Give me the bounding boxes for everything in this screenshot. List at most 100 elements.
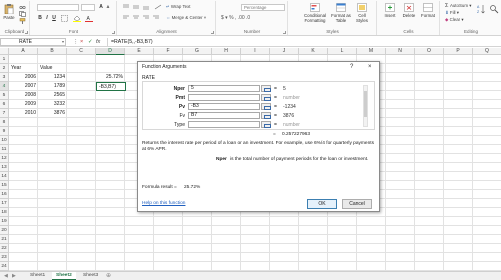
column-header-c[interactable]: C xyxy=(67,48,96,55)
cell-d4-editing[interactable]: -B3,B7) xyxy=(96,82,126,91)
alignment-launcher[interactable] xyxy=(211,31,214,34)
cell-year[interactable]: 2006 xyxy=(9,73,38,82)
arg-input-pmt[interactable] xyxy=(188,94,260,101)
font-name-select[interactable] xyxy=(37,4,79,11)
add-sheet-icon[interactable]: ⊕ xyxy=(106,272,111,280)
dialog-close-icon[interactable]: × xyxy=(368,62,372,73)
column-header-j[interactable]: J xyxy=(270,48,299,55)
row-header-24[interactable]: 24 xyxy=(0,262,9,271)
column-header-e[interactable]: E xyxy=(125,48,154,55)
row-header-10[interactable]: 10 xyxy=(0,136,9,145)
row-header-12[interactable]: 12 xyxy=(0,154,9,163)
column-header-f[interactable]: F xyxy=(154,48,183,55)
collapse-dialog-icon[interactable] xyxy=(261,112,271,119)
borders-icon[interactable] xyxy=(61,15,69,22)
row-header-11[interactable]: 11 xyxy=(0,145,9,154)
row-header-9[interactable]: 9 xyxy=(0,127,9,136)
collapse-dialog-icon[interactable] xyxy=(261,121,271,128)
sheet-tab-2[interactable]: Sheet2 xyxy=(52,272,76,280)
column-header-q[interactable]: Q xyxy=(473,48,501,55)
paste-button[interactable]: Paste xyxy=(2,3,16,20)
shrink-font-button[interactable]: A xyxy=(105,4,111,10)
column-header-l[interactable]: L xyxy=(328,48,357,55)
cell-value[interactable]: 3232 xyxy=(38,100,67,109)
row-header-1[interactable]: 1 xyxy=(0,55,9,64)
column-header-i[interactable]: I xyxy=(241,48,270,55)
row-header-5[interactable]: 5 xyxy=(0,91,9,100)
format-cells-button[interactable]: Format xyxy=(419,3,437,18)
name-box[interactable]: RATE ▾ xyxy=(0,38,66,46)
cell-value[interactable]: 3876 xyxy=(38,109,67,118)
scrollbar-thumb[interactable] xyxy=(364,91,367,117)
vertical-align-icons[interactable] xyxy=(122,4,164,10)
row-header-15[interactable]: 15 xyxy=(0,181,9,190)
conditional-formatting-button[interactable]: Conditional Formatting xyxy=(301,3,329,23)
row-header-8[interactable]: 8 xyxy=(0,118,9,127)
row-header-18[interactable]: 18 xyxy=(0,208,9,217)
cell-year[interactable]: 2008 xyxy=(9,91,38,100)
row-header-20[interactable]: 20 xyxy=(0,226,9,235)
cancel-button[interactable]: Cancel xyxy=(342,199,372,209)
grow-font-button[interactable]: A xyxy=(98,4,104,10)
select-all-corner[interactable] xyxy=(0,48,9,55)
font-launcher[interactable] xyxy=(112,31,115,34)
clipboard-launcher[interactable] xyxy=(25,31,28,34)
sheet-tab-3[interactable]: Sheet3 xyxy=(79,272,102,280)
sort-filter-icon[interactable]: AZ xyxy=(477,4,487,14)
row-header-17[interactable]: 17 xyxy=(0,199,9,208)
formula-input[interactable]: =RATE(5,,-B3,B7) xyxy=(107,38,499,46)
arg-input-fv[interactable]: B7 xyxy=(188,112,260,119)
font-size-select[interactable] xyxy=(81,4,95,11)
column-header-b[interactable]: B xyxy=(38,48,67,55)
name-box-dropdown-icon[interactable]: ▾ xyxy=(62,39,64,45)
row-header-6[interactable]: 6 xyxy=(0,100,9,109)
cell-value[interactable]: 1789 xyxy=(38,82,67,91)
merge-center-button[interactable]: ⇔ Merge & Center ▾ xyxy=(166,15,206,21)
row-header-14[interactable]: 14 xyxy=(0,172,9,181)
format-painter-icon[interactable] xyxy=(19,18,26,24)
cell-value[interactable]: 2565 xyxy=(38,91,67,100)
row-header-16[interactable]: 16 xyxy=(0,190,9,199)
bold-button[interactable]: B xyxy=(37,15,43,21)
underline-button[interactable]: U xyxy=(51,15,57,21)
arg-input-type[interactable] xyxy=(188,121,260,128)
fill-button[interactable]: ⬇ Fill ▾ xyxy=(445,10,459,16)
wrap-text-button[interactable]: ↵ Wrap Text xyxy=(166,4,191,10)
clear-button[interactable]: ◆ Clear ▾ xyxy=(445,17,464,23)
fill-color-icon[interactable] xyxy=(73,15,81,22)
delete-button[interactable]: Delete xyxy=(400,3,418,18)
cell-a2[interactable]: Year xyxy=(9,64,38,73)
cancel-entry-icon[interactable]: × xyxy=(80,38,83,46)
cell-year[interactable]: 2007 xyxy=(9,82,38,91)
help-on-function-link[interactable]: Help on this function xyxy=(142,201,185,206)
row-header-2[interactable]: 2 xyxy=(0,64,9,73)
number-launcher[interactable] xyxy=(283,31,286,34)
column-header-n[interactable]: N xyxy=(386,48,415,55)
number-format-buttons[interactable]: $ ▾ % , .00 .0 xyxy=(221,15,250,21)
row-header-4[interactable]: 4 xyxy=(0,82,9,91)
format-as-table-button[interactable]: Format as Table xyxy=(331,3,351,23)
cell-year[interactable]: 2009 xyxy=(9,100,38,109)
column-header-h[interactable]: H xyxy=(212,48,241,55)
arguments-scrollbar[interactable] xyxy=(363,85,368,127)
enter-entry-icon[interactable]: ✓ xyxy=(88,38,93,46)
cell-b2[interactable]: Value xyxy=(38,64,67,73)
insert-button[interactable]: Insert xyxy=(381,3,399,18)
collapse-dialog-icon[interactable] xyxy=(261,103,271,110)
sheet-tab-1[interactable]: Sheet1 xyxy=(26,272,49,280)
row-header-3[interactable]: 3 xyxy=(0,73,9,82)
arg-input-pv[interactable]: -B3 xyxy=(188,103,260,110)
row-header-19[interactable]: 19 xyxy=(0,217,9,226)
cut-icon[interactable] xyxy=(19,4,26,9)
row-header-7[interactable]: 7 xyxy=(0,109,9,118)
font-color-icon[interactable]: A xyxy=(85,15,93,22)
column-header-o[interactable]: O xyxy=(415,48,444,55)
arg-input-nper[interactable]: 5 xyxy=(188,85,260,92)
column-header-p[interactable]: P xyxy=(444,48,473,55)
number-format-select[interactable]: Percentage xyxy=(241,4,285,11)
row-header-22[interactable]: 22 xyxy=(0,244,9,253)
prev-sheet-icon[interactable]: ◀ xyxy=(4,272,8,280)
column-header-a[interactable]: A xyxy=(9,48,38,55)
column-header-g[interactable]: G xyxy=(183,48,212,55)
insert-function-button[interactable]: fx xyxy=(96,38,100,46)
